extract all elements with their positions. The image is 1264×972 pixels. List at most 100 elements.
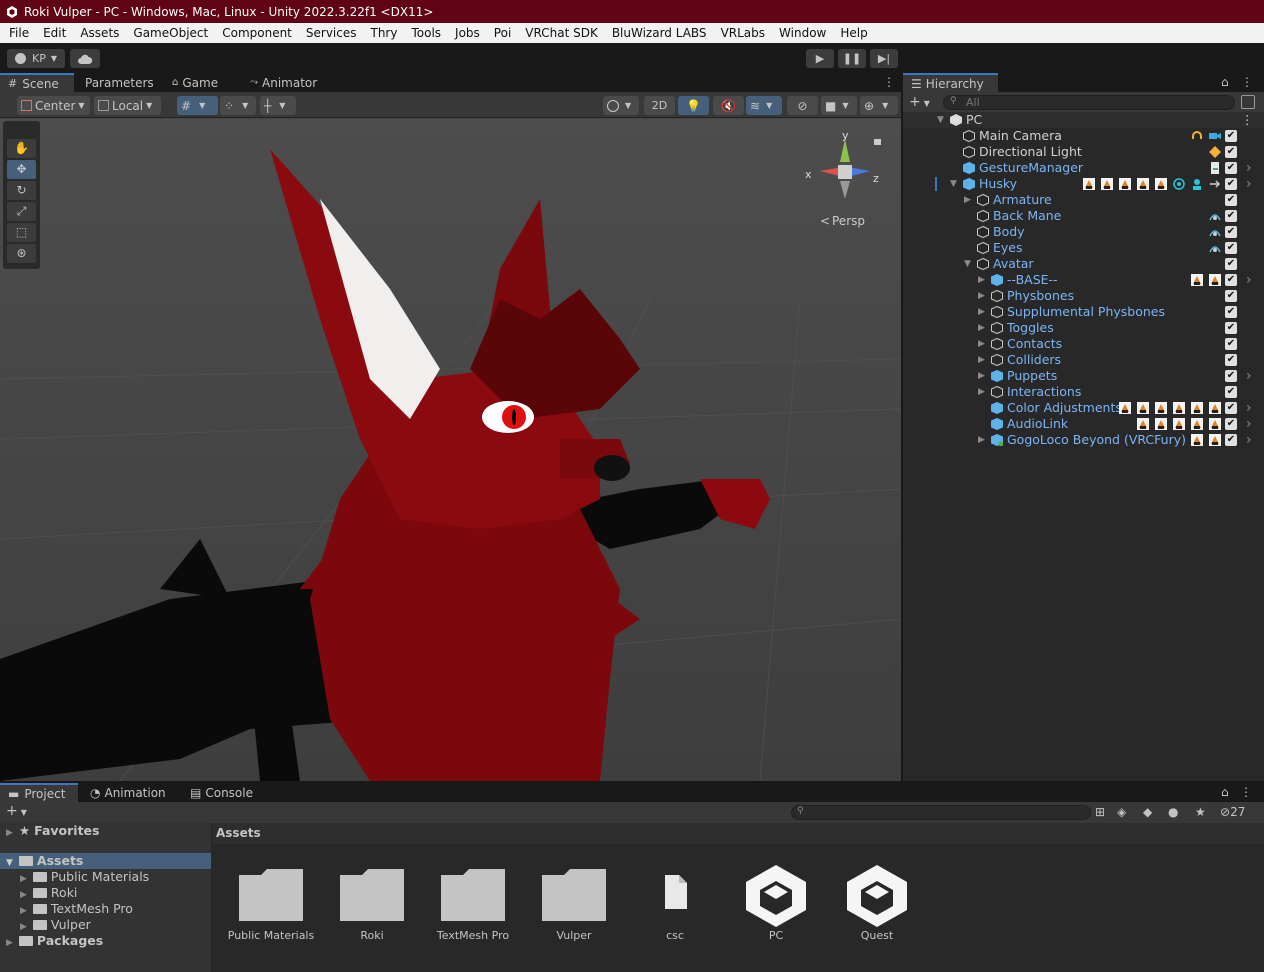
pivot-dropdown[interactable]: Center ▼ xyxy=(17,96,90,115)
asset-item[interactable]: TextMesh Pro xyxy=(428,863,518,942)
hierarchy-row[interactable]: ▶ GogoLoco Beyond (VRCFury) ✔ › xyxy=(903,432,1264,448)
active-checkbox[interactable]: ✔ xyxy=(1225,386,1237,398)
account-dropdown[interactable]: KP ▼ xyxy=(7,49,65,68)
hidden-objects-toggle[interactable]: ⊘ xyxy=(787,96,818,115)
asset-item[interactable]: Roki xyxy=(327,863,417,942)
menu-file[interactable]: File xyxy=(2,23,36,43)
expand-arrow-icon[interactable]: ▼ xyxy=(937,112,944,128)
menu-gameobject[interactable]: GameObject xyxy=(126,23,215,43)
warning-icon[interactable]: ● xyxy=(1168,805,1178,819)
increment-snap-button[interactable]: ⁘ ▼ xyxy=(220,96,256,115)
active-checkbox[interactable]: ✔ xyxy=(1225,162,1237,174)
menu-vrlabs[interactable]: VRLabs xyxy=(714,23,772,43)
space-dropdown[interactable]: Local ▼ xyxy=(94,96,161,115)
expand-arrow-icon[interactable]: ▶ xyxy=(978,272,985,288)
menu-jobs[interactable]: Jobs xyxy=(448,23,487,43)
active-checkbox[interactable]: ✔ xyxy=(1225,338,1237,350)
collapse-arrow-icon[interactable]: ▼ xyxy=(950,176,957,192)
kebab-menu-icon[interactable]: ⋮ xyxy=(1241,75,1253,89)
cloud-button[interactable] xyxy=(70,49,100,68)
hierarchy-row[interactable]: ▶ Physbones ✔ xyxy=(903,288,1264,304)
expand-arrow-icon[interactable]: ▶ xyxy=(978,352,985,368)
scale-tool-button[interactable]: ⤢ xyxy=(7,202,36,221)
active-checkbox[interactable]: ✔ xyxy=(1225,274,1237,286)
chevron-right-icon[interactable]: › xyxy=(1246,160,1252,176)
hierarchy-row[interactable]: ▼ Avatar ✔ xyxy=(903,256,1264,272)
tree-packages[interactable]: ▶ Packages xyxy=(6,933,103,949)
breadcrumb[interactable]: Assets xyxy=(213,823,1264,844)
expand-arrow-icon[interactable]: ▶ xyxy=(978,384,985,400)
tree-item[interactable]: ▶ Public Materials xyxy=(20,869,149,885)
menu-services[interactable]: Services xyxy=(299,23,364,43)
kebab-menu-icon[interactable]: ⋮ xyxy=(1241,112,1254,128)
step-button[interactable]: ▶| xyxy=(870,49,898,68)
hidden-packages-toggle[interactable]: ⊘27 xyxy=(1220,805,1245,819)
tab-scene[interactable]: # Scene xyxy=(0,73,74,92)
active-checkbox[interactable]: ✔ xyxy=(1225,242,1237,254)
hierarchy-row[interactable]: Color Adjustments ✔ › xyxy=(903,400,1264,416)
chevron-right-icon[interactable]: › xyxy=(1246,416,1252,432)
tree-favorites[interactable]: ▶ ★ Favorites xyxy=(6,823,99,839)
effects-dropdown[interactable]: ≋ ▼ xyxy=(746,96,782,115)
expand-arrow-icon[interactable]: ▶ xyxy=(978,288,985,304)
project-search-input[interactable]: ⚲ xyxy=(791,805,1091,820)
tab-console[interactable]: ▤ Console xyxy=(182,783,261,802)
hierarchy-row[interactable]: Main Camera ✔ xyxy=(903,128,1264,144)
chevron-right-icon[interactable]: › xyxy=(1246,368,1252,384)
lighting-toggle[interactable]: 💡 xyxy=(678,96,709,115)
rect-tool-button[interactable]: ⬚ xyxy=(7,223,36,242)
lock-icon[interactable] xyxy=(874,139,881,145)
active-checkbox[interactable]: ✔ xyxy=(1225,146,1237,158)
active-checkbox[interactable]: ✔ xyxy=(1225,258,1237,270)
hierarchy-row[interactable]: ▶ Contacts ✔ xyxy=(903,336,1264,352)
hierarchy-row[interactable]: Body ✔ xyxy=(903,224,1264,240)
asset-item[interactable]: Vulper xyxy=(529,863,619,942)
kebab-menu-icon[interactable]: ⋮ xyxy=(1240,785,1252,799)
active-checkbox[interactable]: ✔ xyxy=(1225,418,1237,430)
hierarchy-row[interactable]: ▶ Armature ✔ xyxy=(903,192,1264,208)
label-icon[interactable]: ◆ xyxy=(1143,805,1152,819)
gizmos-dropdown[interactable]: ⊕ ▼ xyxy=(860,96,898,115)
tab-hierarchy[interactable]: ☰ Hierarchy xyxy=(903,73,998,92)
chevron-right-icon[interactable]: › xyxy=(1246,272,1252,288)
tree-item[interactable]: ▶ Roki xyxy=(20,885,77,901)
chevron-right-icon[interactable]: › xyxy=(1246,176,1252,192)
hierarchy-row[interactable]: Back Mane ✔ xyxy=(903,208,1264,224)
search-by-type-icon[interactable]: ⊞ xyxy=(1095,805,1105,819)
menu-poi[interactable]: Poi xyxy=(487,23,518,43)
tab-animator[interactable]: ⤳ Animator xyxy=(242,73,325,92)
expand-arrow-icon[interactable]: ▶ xyxy=(978,304,985,320)
menu-window[interactable]: Window xyxy=(772,23,833,43)
hand-tool-button[interactable]: ✋ xyxy=(7,139,36,158)
chevron-right-icon[interactable]: › xyxy=(1246,432,1252,448)
tab-animation[interactable]: ◔ Animation xyxy=(82,783,174,802)
toggle-2d-button[interactable]: 2D xyxy=(644,96,675,115)
active-checkbox[interactable]: ✔ xyxy=(1225,194,1237,206)
search-options-icon[interactable] xyxy=(1241,95,1255,109)
audio-toggle[interactable]: 🔇 xyxy=(713,96,744,115)
hierarchy-row[interactable]: ▶ Interactions ✔ xyxy=(903,384,1264,400)
expand-arrow-icon[interactable]: ▶ xyxy=(978,336,985,352)
create-button[interactable]: + ▼ xyxy=(6,803,27,819)
add-button[interactable]: + ▼ xyxy=(909,94,930,110)
expand-arrow-icon[interactable]: ▶ xyxy=(978,320,985,336)
menu-help[interactable]: Help xyxy=(833,23,874,43)
asset-item[interactable]: Quest xyxy=(832,863,922,942)
scene-viewport[interactable]: y x z < Persp xyxy=(0,119,901,781)
active-checkbox[interactable]: ✔ xyxy=(1225,370,1237,382)
hierarchy-row[interactable]: Eyes ✔ xyxy=(903,240,1264,256)
hierarchy-search-input[interactable]: ⚲ All xyxy=(943,95,1235,110)
ruler-button[interactable]: ┼ ▼ xyxy=(260,96,296,115)
rotate-tool-button[interactable]: ↻ xyxy=(7,181,36,200)
active-checkbox[interactable]: ✔ xyxy=(1225,130,1237,142)
pause-button[interactable]: ❚❚ xyxy=(838,49,866,68)
tree-assets[interactable]: ▼ Assets xyxy=(0,853,211,869)
lock-icon[interactable]: ⌂ xyxy=(1221,75,1229,89)
hierarchy-row[interactable]: ▶ Puppets ✔ › xyxy=(903,368,1264,384)
menu-tools[interactable]: Tools xyxy=(404,23,448,43)
menu-component[interactable]: Component xyxy=(215,23,299,43)
tree-item[interactable]: ▶ TextMesh Pro xyxy=(20,901,133,917)
hierarchy-row[interactable]: Directional Light ✔ xyxy=(903,144,1264,160)
active-checkbox[interactable]: ✔ xyxy=(1225,290,1237,302)
shading-dropdown[interactable]: ▼ xyxy=(603,96,639,115)
